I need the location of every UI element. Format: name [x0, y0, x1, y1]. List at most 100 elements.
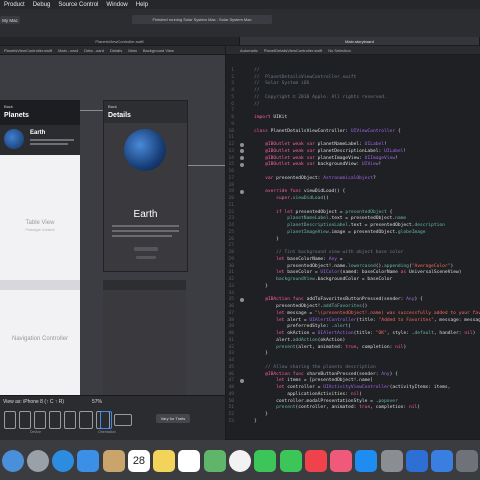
- menu-source-control[interactable]: Source Control: [58, 2, 98, 8]
- jump-item[interactable]: Automatic: [240, 48, 258, 53]
- code-line[interactable]: 33 }: [226, 283, 267, 290]
- tab-main-storyboard[interactable]: Main.storyboard: [240, 37, 480, 45]
- share-button[interactable]: [136, 256, 156, 259]
- notes-icon[interactable]: [153, 450, 176, 472]
- code-line[interactable]: 32 backgroundView .backgroundColor = base…: [226, 276, 392, 283]
- safari-icon[interactable]: [52, 450, 75, 472]
- trash-icon[interactable]: [456, 450, 479, 472]
- code-line[interactable]: 17 var presentedObject: AstronomicalObje…: [226, 175, 375, 182]
- code-line[interactable]: 39 preferredStyle: . alert): [226, 324, 350, 331]
- mail-icon[interactable]: [77, 450, 100, 472]
- code-line[interactable]: 13 @IBOutlet weak var planetDescriptionL…: [226, 148, 406, 155]
- system-preferences-icon[interactable]: [380, 450, 403, 472]
- code-line[interactable]: 37 let message = "\(presentedObject!.nam…: [226, 310, 480, 317]
- code-line[interactable]: 7: [226, 108, 254, 115]
- jump-item[interactable]: No Selection: [328, 48, 351, 53]
- finder-icon[interactable]: [1, 450, 24, 472]
- code-line[interactable]: 47 let items = [presentedObject!.name]: [226, 378, 373, 385]
- code-line[interactable]: 18: [226, 182, 254, 189]
- menu-debug[interactable]: Debug: [33, 2, 51, 8]
- code-line[interactable]: 20 super. viewDidLoad(): [226, 195, 328, 202]
- code-line[interactable]: 53}: [226, 418, 256, 425]
- keynote-icon[interactable]: [431, 450, 454, 472]
- landscape-option[interactable]: [114, 414, 132, 426]
- code-line[interactable]: 3 // Solar System iOS: [226, 81, 309, 88]
- code-line[interactable]: 22 if let presentedObject = presentedObj…: [226, 209, 392, 216]
- reminders-icon[interactable]: [178, 450, 201, 472]
- navigation-controller-scene[interactable]: Navigation Controller: [0, 280, 80, 395]
- code-line[interactable]: 34: [226, 290, 254, 297]
- code-line[interactable]: 26 }: [226, 236, 278, 243]
- code-line[interactable]: 40 let okAction = UIAlertAction (title: "…: [226, 330, 475, 337]
- code-line[interactable]: 29 let baseColorName: Any =: [226, 256, 342, 263]
- code-line[interactable]: 45 // Allow sharing the planets descript…: [226, 364, 375, 371]
- device-option[interactable]: [34, 411, 46, 429]
- code-line[interactable]: 16: [226, 168, 254, 175]
- code-line[interactable]: 27: [226, 243, 254, 250]
- menu-product[interactable]: Product: [4, 2, 25, 8]
- code-line[interactable]: 8 import UIKit: [226, 114, 287, 121]
- code-line[interactable]: 10 class PlanetDetailsViewController: UIV…: [226, 128, 400, 135]
- news-icon[interactable]: [304, 450, 327, 472]
- code-line[interactable]: 36 presentedObject!. addToFavorites(): [226, 303, 367, 310]
- code-line[interactable]: 6 //: [226, 101, 259, 108]
- code-line[interactable]: 12 @IBOutlet weak var planetNameLabel: U…: [226, 141, 386, 148]
- code-line[interactable]: 14 @IBOutlet weak var planetImageView: U…: [226, 155, 397, 162]
- vary-for-traits-button[interactable]: Vary for Traits: [156, 414, 190, 423]
- device-option[interactable]: [79, 411, 93, 429]
- outlet-connection-indicator[interactable]: [240, 297, 244, 302]
- code-line[interactable]: 24 planetDescriptionLabel .text = present…: [226, 222, 444, 229]
- app-store-icon[interactable]: [355, 450, 378, 472]
- code-line[interactable]: 15 @IBOutlet weak var backgroundView: UI…: [226, 162, 381, 169]
- code-line[interactable]: 31 let baseColor = UIColor (named: baseCo…: [226, 270, 461, 277]
- portrait-option[interactable]: [100, 411, 112, 429]
- jump-item[interactable]: PlanetsViewController.swift: [4, 48, 52, 53]
- contacts-icon[interactable]: [102, 450, 125, 472]
- jump-item[interactable]: Details: [110, 48, 122, 53]
- code-line[interactable]: 23 planetNameLabel .text = presentedObjec…: [226, 216, 406, 223]
- device-option[interactable]: [19, 411, 31, 429]
- code-line[interactable]: 5 // Copyright © 2018 Apple. All rights r…: [226, 94, 387, 101]
- storyboard-canvas[interactable]: Back Planets Earth Table View Prototype …: [0, 55, 225, 395]
- code-line[interactable]: 30 presentedObject!.name. lowercased (). ap…: [226, 263, 453, 270]
- outlet-connection-indicator[interactable]: [240, 142, 244, 147]
- details-scene[interactable]: Back Details Earth: [103, 100, 188, 272]
- code-line[interactable]: 38 let alert = UIAlertController (title: …: [226, 317, 480, 324]
- code-line[interactable]: 46 @IBAction func shareButtonPressed(sen…: [226, 371, 397, 378]
- jump-item[interactable]: Deta...oard: [84, 48, 104, 53]
- code-line[interactable]: 44: [226, 357, 254, 364]
- messages-icon[interactable]: [254, 450, 277, 472]
- tab-planets-view-controller[interactable]: PlanetsViewController.swift: [0, 37, 240, 45]
- planets-scene[interactable]: Back Planets Earth Table View Prototype …: [0, 100, 80, 310]
- code-line[interactable]: 50 controller.modalPresentationStyle = .…: [226, 398, 397, 405]
- jump-item[interactable]: Main: [128, 48, 137, 53]
- code-line[interactable]: 2 // PlanetDetailsViewController.swift: [226, 74, 356, 81]
- device-option[interactable]: [49, 411, 61, 429]
- code-line[interactable]: 43 }: [226, 351, 267, 358]
- code-line[interactable]: 48 let controller = UIActivityViewContro…: [226, 384, 450, 391]
- outlet-connection-indicator[interactable]: [240, 189, 244, 194]
- view-as-label[interactable]: View as: iPhone 8 (↑ C ↑ R): [3, 399, 64, 405]
- menu-help[interactable]: Help: [136, 2, 148, 8]
- code-line[interactable]: 52 }: [226, 411, 267, 418]
- favorites-button[interactable]: [134, 247, 158, 251]
- outlet-connection-indicator[interactable]: [240, 378, 244, 383]
- secondary-scene[interactable]: [103, 280, 186, 395]
- calendar-icon[interactable]: 28: [127, 450, 150, 472]
- code-line[interactable]: 11: [226, 135, 254, 142]
- maps-icon[interactable]: [203, 450, 226, 472]
- device-option[interactable]: [64, 411, 76, 429]
- code-line[interactable]: 41 alert. addAction (okAction): [226, 337, 345, 344]
- code-line[interactable]: 42 present (alert, animated: true, comple…: [226, 344, 406, 351]
- scheme-selector[interactable]: My Mac: [0, 16, 20, 24]
- launchpad-icon[interactable]: [26, 450, 49, 472]
- code-line[interactable]: 51 present (controller, animated: true, c…: [226, 405, 420, 412]
- device-option[interactable]: [4, 411, 16, 429]
- code-line[interactable]: 35 @IBAction func addToFavoritesButtonPr…: [226, 297, 422, 304]
- facetime-icon[interactable]: [279, 450, 302, 472]
- music-icon[interactable]: [330, 450, 353, 472]
- code-line[interactable]: 25 planetImageView .image = presentedObje…: [226, 229, 425, 236]
- outlet-connection-indicator[interactable]: [240, 162, 244, 167]
- planet-cell[interactable]: Earth: [0, 125, 80, 155]
- code-line[interactable]: 1 //: [226, 67, 259, 74]
